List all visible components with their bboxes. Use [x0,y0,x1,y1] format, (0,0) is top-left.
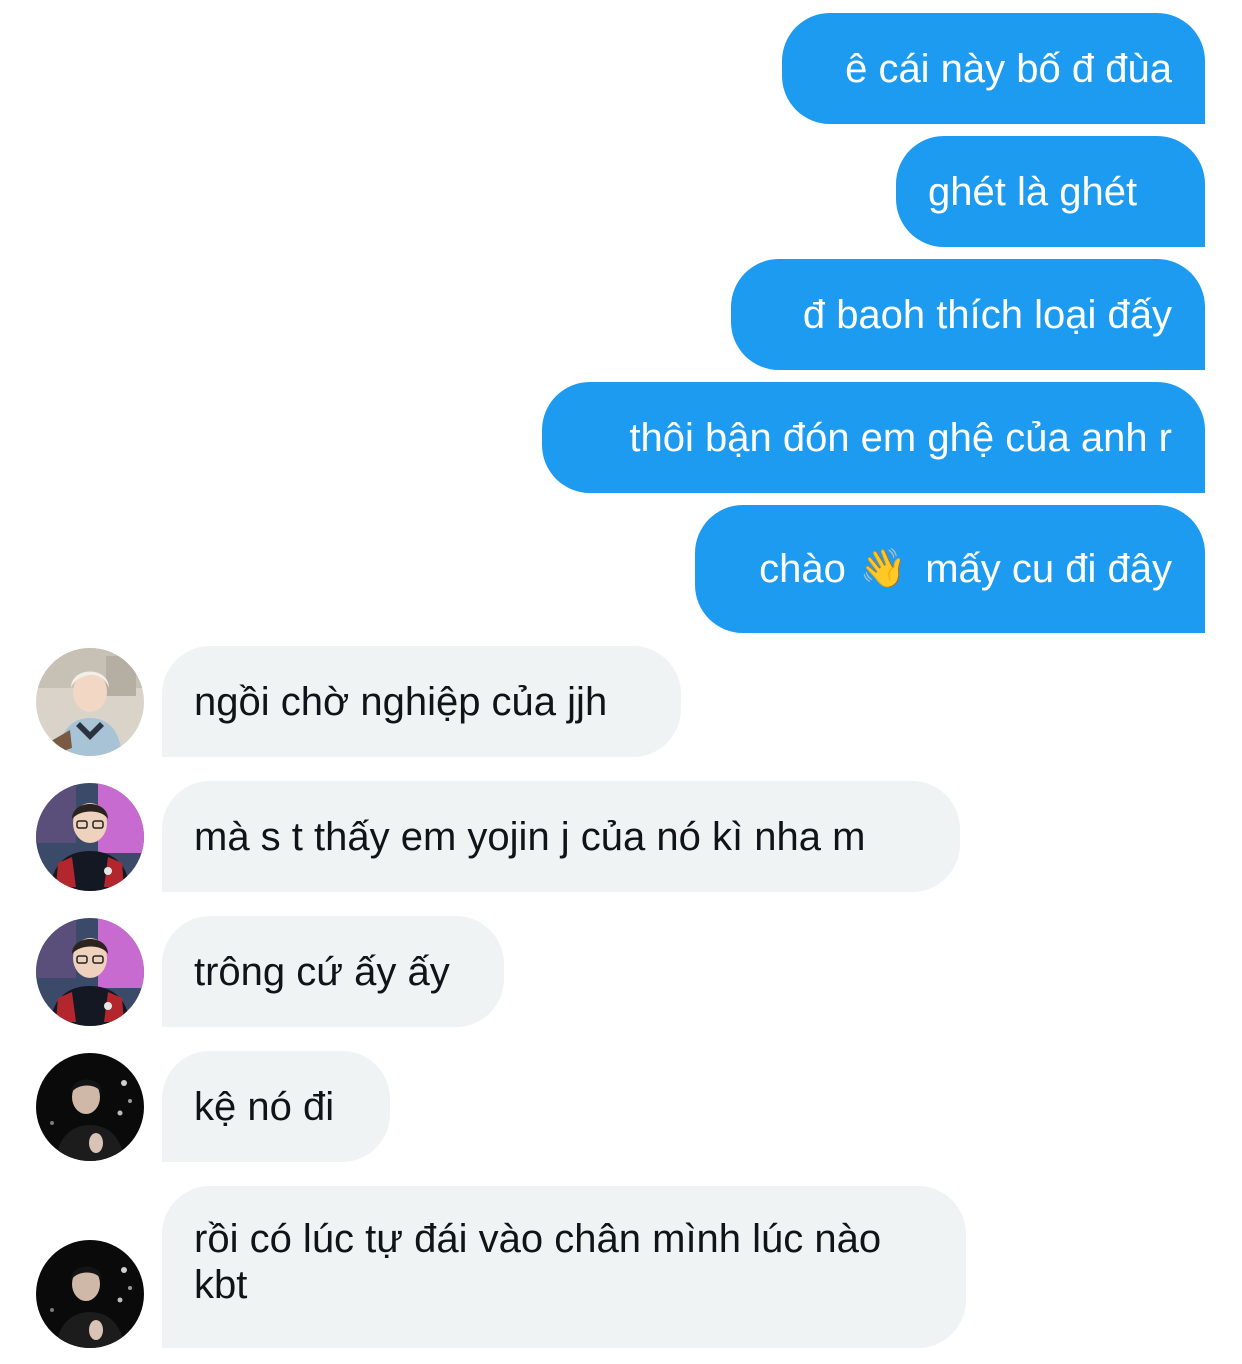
message-text: mà s t thấy em yojin j của nó kì nha m [194,814,866,859]
outgoing-message[interactable]: ê cái này bố đ đùa [782,13,1205,124]
avatar[interactable] [36,918,144,1026]
incoming-message[interactable]: kệ nó đi [162,1051,390,1162]
user-avatar-dark [36,1053,144,1161]
message-text: kệ nó đi [194,1084,335,1129]
outgoing-message[interactable]: ghét là ghét [896,136,1205,247]
user-avatar-pink [36,783,144,891]
incoming-message[interactable]: ngồi chờ nghiệp của jjh [162,646,681,757]
message-text: ngồi chờ nghiệp của jjh [194,679,608,724]
user-avatar-pink [36,918,144,1026]
message-text: mấy cu đi đây [925,547,1172,591]
message-thread: ê cái này bố đ đùa ghét là ghét đ baoh t… [0,0,1242,1364]
avatar[interactable] [36,1240,144,1348]
user-avatar-dark [36,1240,144,1348]
message-text: chào [759,547,846,591]
message-text: trông cứ ấy ấy [194,949,450,994]
incoming-message[interactable]: rồi có lúc tự đái vào chân mình lúc nào … [162,1186,966,1348]
avatar[interactable] [36,1053,144,1161]
outgoing-message[interactable]: thôi bận đón em ghệ của anh r [542,382,1205,493]
message-text: thôi bận đón em ghệ của anh r [629,415,1172,460]
avatar[interactable] [36,648,144,756]
user-avatar-light [36,648,144,756]
incoming-message[interactable]: trông cứ ấy ấy [162,916,504,1027]
avatar[interactable] [36,783,144,891]
outgoing-message[interactable]: đ baoh thích loại đấy [731,259,1205,370]
incoming-message[interactable]: mà s t thấy em yojin j của nó kì nha m [162,781,960,892]
message-text: đ baoh thích loại đấy [802,292,1172,337]
waving-hand-emoji: 👋 [859,548,908,590]
message-text: ê cái này bố đ đùa [845,46,1172,91]
outgoing-message[interactable]: chào 👋 mấy cu đi đây [695,505,1205,633]
message-text: ghét là ghét [928,169,1138,214]
message-text: rồi có lúc tự đái vào chân mình lúc nào … [194,1217,882,1307]
